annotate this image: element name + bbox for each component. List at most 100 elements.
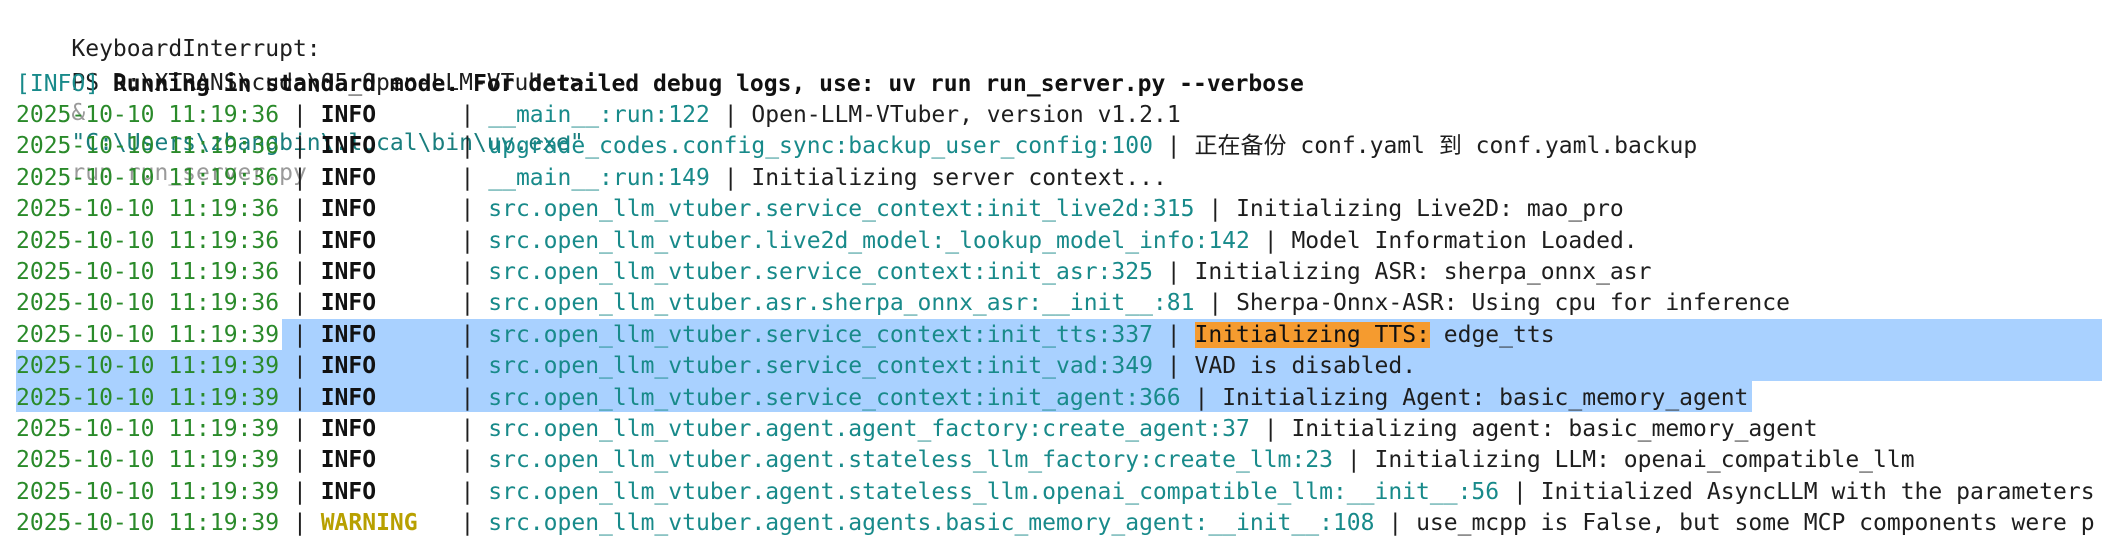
log-separator: | — [1346, 447, 1361, 474]
log-separator: | — [460, 259, 475, 285]
log-separator: | — [292, 164, 307, 191]
log-separator: | — [460, 290, 475, 317]
log-module: src.open_llm_vtuber.service_context:init… — [488, 196, 1195, 223]
log-separator: | — [1194, 384, 1209, 411]
log-separator: | — [460, 384, 475, 411]
log-timestamp: 2025-10-10 11:19:39 — [16, 353, 280, 380]
log-separator: | — [460, 416, 475, 442]
log-line: 2025-10-10 11:19:36 | INFO | src.open_ll… — [16, 257, 1651, 287]
log-separator: | — [460, 510, 475, 537]
log-line: 2025-10-10 11:19:36 | INFO | src.open_ll… — [16, 288, 1790, 318]
info-banner: [INFO] Running in standard mode. For det… — [16, 69, 1304, 99]
log-line: 2025-10-10 11:19:36 | INFO | __main__:ru… — [16, 163, 1167, 193]
log-separator: | — [292, 510, 307, 537]
log-timestamp: 2025-10-10 11:19:36 — [16, 133, 280, 160]
log-timestamp: 2025-10-10 11:19:36 — [16, 196, 280, 223]
log-module: src.open_llm_vtuber.service_context:init… — [488, 321, 1153, 348]
log-module: src.open_llm_vtuber.agent.agent_factory:… — [488, 416, 1250, 442]
log-separator: | — [1388, 510, 1403, 537]
keyboard-interrupt-line: KeyboardInterrupt: — [71, 36, 321, 62]
log-separator: | — [292, 259, 307, 285]
log-line: 2025-10-10 11:19:39 | INFO | src.open_ll… — [16, 477, 2095, 507]
log-separator: | — [1512, 478, 1527, 505]
log-level: INFO — [320, 416, 377, 442]
log-module: src.open_llm_vtuber.agent.agents.basic_m… — [488, 510, 1375, 537]
log-separator: | — [1263, 416, 1278, 442]
log-timestamp: 2025-10-10 11:19:36 — [16, 227, 280, 254]
log-message: Initializing Live2D: mao_pro — [1236, 196, 1624, 223]
log-timestamp: 2025-10-10 11:19:39 — [16, 510, 280, 537]
log-separator: | — [460, 164, 475, 191]
log-separator: | — [1166, 321, 1181, 348]
log-line: 2025-10-10 11:19:39 | INFO | src.open_ll… — [16, 414, 1818, 444]
log-separator: | — [723, 164, 738, 191]
log-module: src.open_llm_vtuber.service_context:init… — [488, 353, 1153, 380]
log-separator: | — [292, 384, 307, 411]
log-timestamp: 2025-10-10 11:19:39 — [16, 384, 280, 411]
log-message: Initializing server context... — [751, 164, 1167, 191]
log-separator: | — [460, 133, 475, 160]
log-message: Open-LLM-VTuber, version v1.2.1 — [751, 102, 1181, 128]
log-level: INFO — [320, 102, 377, 128]
log-separator: | — [1263, 227, 1278, 254]
log-separator: | — [460, 478, 475, 505]
log-module: src.open_llm_vtuber.agent.stateless_llm_… — [488, 447, 1333, 474]
log-level: INFO — [320, 164, 377, 191]
log-separator: | — [460, 227, 475, 254]
log-message: edge_tts — [1429, 321, 1555, 348]
log-level: INFO — [320, 321, 377, 348]
log-separator: | — [292, 227, 307, 254]
log-module: src.open_llm_vtuber.agent.stateless_llm.… — [488, 478, 1500, 505]
log-line: 2025-10-10 11:19:36 | INFO | __main__:ru… — [16, 100, 1181, 130]
log-timestamp: 2025-10-10 11:19:39 — [16, 321, 280, 348]
terminal-output[interactable]: KeyboardInterrupt: PS D:\XTRANS\cuda\05_… — [0, 0, 2102, 544]
log-separator: | — [1208, 196, 1223, 223]
log-module: src.open_llm_vtuber.live2d_model:_lookup… — [488, 227, 1250, 254]
log-separator: | — [460, 102, 475, 128]
log-separator: | — [1208, 290, 1223, 317]
log-timestamp: 2025-10-10 11:19:39 — [16, 478, 280, 505]
log-line: 2025-10-10 11:19:36 | INFO | upgrade_cod… — [16, 131, 1697, 161]
log-separator: | — [460, 353, 475, 380]
log-separator: | — [460, 321, 475, 348]
log-module: src.open_llm_vtuber.asr.sherpa_onnx_asr:… — [488, 290, 1195, 317]
log-separator: | — [292, 447, 307, 474]
info-tag: [INFO] — [16, 71, 100, 97]
log-message: Initializing ASR: sherpa_onnx_asr — [1194, 259, 1652, 285]
log-timestamp: 2025-10-10 11:19:39 — [16, 416, 280, 442]
log-module: src.open_llm_vtuber.service_context:init… — [488, 259, 1153, 285]
log-level: INFO — [320, 353, 377, 380]
log-message: Sherpa-Onnx-ASR: Using cpu for inference — [1236, 290, 1790, 317]
log-separator: | — [460, 447, 475, 474]
log-line: 2025-10-10 11:19:36 | INFO | src.open_ll… — [16, 194, 1624, 224]
log-separator: | — [1166, 133, 1181, 160]
log-level: INFO — [320, 196, 377, 223]
log-line: 2025-10-10 11:19:39 | INFO | src.open_ll… — [16, 445, 1915, 475]
log-timestamp: 2025-10-10 11:19:36 — [16, 290, 280, 317]
log-line: 2025-10-10 11:19:39 | INFO | src.open_ll… — [16, 351, 1416, 381]
log-separator: | — [292, 321, 307, 348]
log-message: VAD is disabled. — [1194, 353, 1417, 380]
log-timestamp: 2025-10-10 11:19:39 — [16, 447, 280, 474]
log-module: __main__:run:122 — [488, 102, 710, 128]
log-line: 2025-10-10 11:19:36 | INFO | src.open_ll… — [16, 226, 1638, 256]
prompt-line: PS D:\XTRANS\cuda\05_Open-LLM-VTuber> & … — [16, 38, 583, 186]
log-message: Initializing Agent: basic_memory_agent — [1222, 384, 1749, 411]
log-separator: | — [460, 196, 475, 223]
log-level: INFO — [320, 133, 377, 160]
log-timestamp: 2025-10-10 11:19:36 — [16, 259, 280, 285]
log-message: Initializing LLM: openai_compatible_llm — [1374, 447, 1915, 474]
log-level: WARNING — [320, 510, 418, 537]
log-line: 2025-10-10 11:19:39 | INFO | src.open_ll… — [16, 383, 1748, 413]
log-separator: | — [292, 353, 307, 380]
log-line: 2025-10-10 11:19:39 | INFO | src.open_ll… — [16, 320, 1555, 350]
log-message: use_mcpp is False, but some MCP componen… — [1416, 510, 2095, 537]
search-match-highlight: Initializing TTS: — [1194, 321, 1430, 348]
log-level: INFO — [320, 227, 377, 254]
log-module: __main__:run:149 — [488, 164, 710, 191]
log-level: INFO — [320, 447, 377, 474]
log-line: 2025-10-10 11:19:39 | WARNING | src.open… — [16, 508, 2095, 538]
log-level: INFO — [320, 290, 377, 317]
log-timestamp: 2025-10-10 11:19:36 — [16, 164, 280, 191]
log-message: Initialized AsyncLLM with the parameters — [1540, 478, 2095, 505]
